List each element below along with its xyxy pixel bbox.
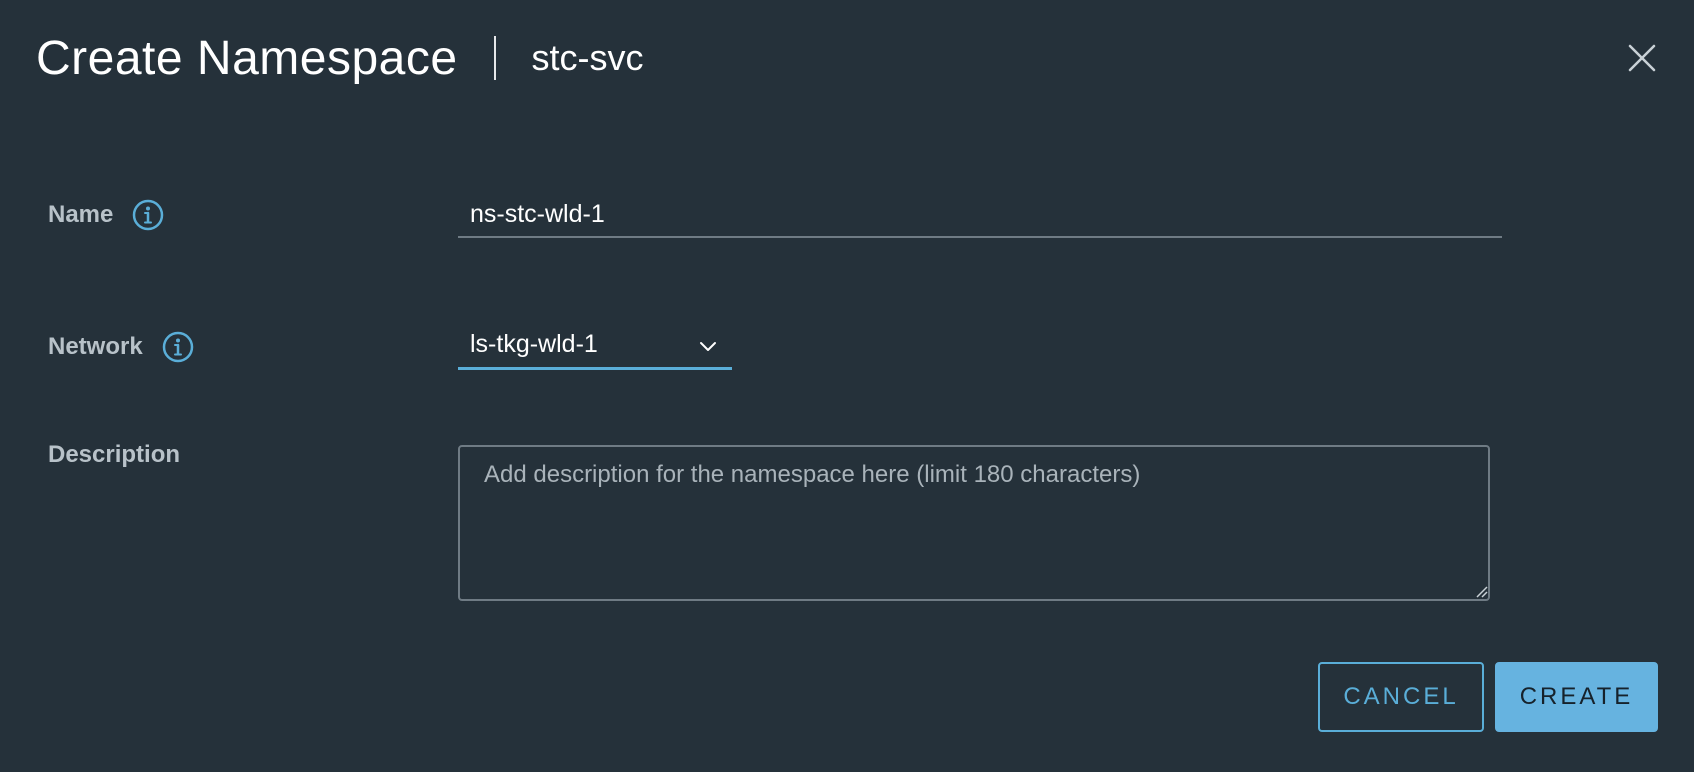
name-label-row: Name xyxy=(48,198,165,232)
close-icon xyxy=(1628,44,1656,72)
close-button[interactable] xyxy=(1624,40,1660,76)
dialog-title: Create Namespace xyxy=(36,31,458,85)
description-label: Description xyxy=(48,441,181,468)
create-button[interactable]: CREATE xyxy=(1495,662,1658,732)
resize-handle-icon[interactable] xyxy=(1474,584,1488,598)
network-selected-value: ls-tkg-wld-1 xyxy=(470,330,598,358)
chevron-down-icon xyxy=(698,336,718,356)
network-select[interactable]: ls-tkg-wld-1 xyxy=(458,326,732,370)
info-icon[interactable] xyxy=(161,330,195,364)
dialog-subtitle: stc-svc xyxy=(531,37,644,78)
info-icon[interactable] xyxy=(131,198,165,232)
title-divider xyxy=(493,36,496,80)
network-label: Network xyxy=(48,333,143,360)
description-label-row: Description xyxy=(48,441,180,469)
cancel-button[interactable]: CANCEL xyxy=(1318,662,1484,732)
dialog-header: Create Namespace stc-svc xyxy=(36,28,644,88)
create-namespace-dialog: Create Namespace stc-svc Name Network xyxy=(0,0,1694,772)
description-textarea[interactable] xyxy=(458,445,1490,601)
name-label: Name xyxy=(48,201,114,228)
network-label-row: Network xyxy=(48,330,195,364)
name-input[interactable] xyxy=(458,192,1502,238)
